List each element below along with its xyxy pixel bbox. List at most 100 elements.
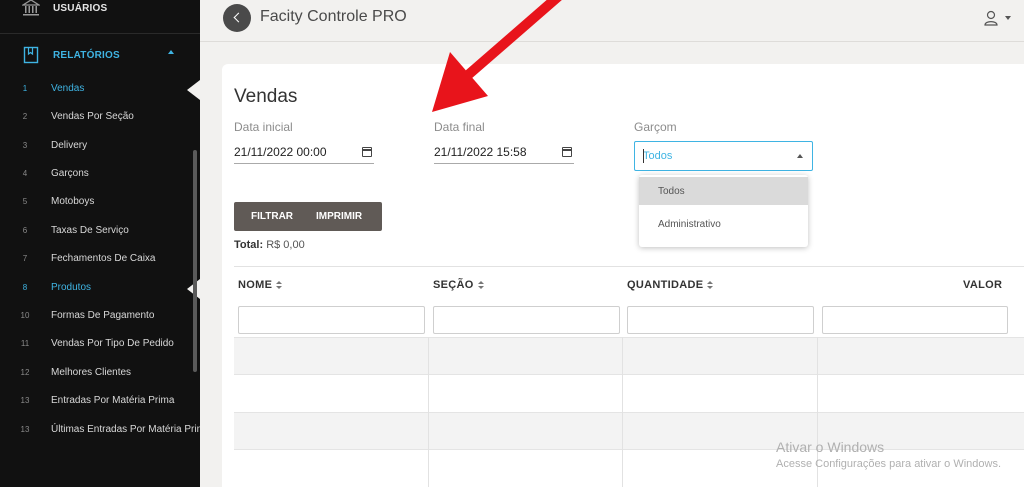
- end-date-value: 21/11/2022 15:58: [434, 145, 527, 159]
- item-number: 1: [22, 84, 28, 93]
- item-label: Motoboys: [51, 196, 95, 207]
- column-divider: [428, 337, 429, 487]
- page-title: Vendas: [234, 86, 298, 107]
- calendar-icon[interactable]: [562, 147, 572, 157]
- waiter-select-value: Todos: [643, 150, 673, 162]
- sidebar-item-delivery[interactable]: 3 Delivery: [0, 137, 200, 157]
- waiter-label: Garçom: [634, 120, 677, 134]
- item-number: 13: [20, 425, 30, 434]
- column-header-quantidade[interactable]: QUANTIDADE: [627, 279, 714, 291]
- sidebar-divider: [0, 33, 200, 34]
- start-date-field[interactable]: 21/11/2022 00:00: [234, 142, 374, 164]
- item-label: Vendas: [51, 83, 85, 94]
- item-label: Fechamentos De Caixa: [51, 253, 156, 264]
- total-summary: Total: R$ 0,00: [234, 239, 305, 251]
- sort-icon[interactable]: [707, 280, 714, 290]
- item-label: Formas De Pagamento: [51, 310, 155, 321]
- item-label: Melhores Clientes: [51, 367, 132, 378]
- dropdown-option-todos[interactable]: Todos: [639, 177, 808, 205]
- table-row[interactable]: [234, 337, 1024, 374]
- end-date-field[interactable]: 21/11/2022 15:58: [434, 142, 574, 164]
- back-button[interactable]: [223, 4, 251, 32]
- data-table: NOME SEÇÃO QUANTIDADE VALOR: [234, 266, 1024, 487]
- filter-button[interactable]: FILTRAR: [234, 202, 304, 231]
- column-label: SEÇÃO: [433, 279, 474, 291]
- sidebar-item-melhores-clientes[interactable]: 12 Melhores Clientes: [0, 364, 200, 384]
- item-number: 5: [22, 197, 28, 206]
- sidebar-item-formas-de-pagamento[interactable]: 10 Formas De Pagamento: [0, 307, 200, 327]
- chevron-up-icon: [168, 50, 174, 54]
- column-label: VALOR: [963, 279, 1003, 291]
- column-header-nome[interactable]: NOME: [238, 279, 283, 291]
- sidebar-item-ultimas-entradas[interactable]: 13 Últimas Entradas Por Matéria Prima: [0, 421, 200, 441]
- chevron-down-icon[interactable]: [1005, 16, 1011, 20]
- total-label: Total:: [234, 239, 264, 251]
- app-title: Facity Controle PRO: [260, 8, 407, 25]
- item-label: Taxas De Serviço: [51, 225, 129, 236]
- waiter-dropdown: Todos Administrativo: [639, 175, 808, 247]
- print-button[interactable]: IMPRIMIR: [304, 202, 362, 231]
- sidebar-item-label: USUÁRIOS: [53, 2, 108, 14]
- calendar-icon[interactable]: [362, 147, 372, 157]
- sort-icon[interactable]: [477, 280, 484, 290]
- filter-input-valor[interactable]: [822, 306, 1008, 334]
- sidebar-item-taxas-de-servico[interactable]: 6 Taxas De Serviço: [0, 222, 200, 242]
- column-label: NOME: [238, 279, 273, 291]
- table-row[interactable]: [234, 412, 1024, 449]
- sidebar-item-reports[interactable]: RELATÓRIOS: [0, 44, 200, 66]
- item-label: Delivery: [51, 140, 88, 151]
- column-divider: [622, 337, 623, 487]
- sidebar: USUÁRIOS RELATÓRIOS 1 Vendas 2 Vendas Po…: [0, 0, 200, 487]
- item-label: Entradas Por Matéria Prima: [51, 395, 175, 406]
- sidebar-item-motoboys[interactable]: 5 Motoboys: [0, 193, 200, 213]
- top-header: Facity Controle PRO: [200, 0, 1024, 42]
- item-number: 6: [22, 226, 28, 235]
- filter-input-quantidade[interactable]: [627, 306, 814, 334]
- report-card: Vendas Data inicial 21/11/2022 00:00 Dat…: [222, 64, 1024, 487]
- waiter-select[interactable]: Todos: [634, 141, 813, 171]
- filter-input-secao[interactable]: [433, 306, 620, 334]
- item-number: 7: [22, 254, 28, 263]
- bank-icon: [22, 0, 40, 16]
- column-header-valor[interactable]: VALOR: [963, 279, 1002, 291]
- item-number: 3: [22, 141, 28, 150]
- red-arrow-annotation: [432, 0, 562, 112]
- sidebar-item-label: RELATÓRIOS: [53, 49, 120, 61]
- sidebar-item-vendas[interactable]: 1 Vendas: [0, 80, 200, 100]
- column-header-secao[interactable]: SEÇÃO: [433, 279, 484, 291]
- sidebar-item-vendas-por-secao[interactable]: 2 Vendas Por Seção: [0, 108, 200, 128]
- sidebar-item-entradas-por-materia-prima[interactable]: 13 Entradas Por Matéria Prima: [0, 392, 200, 412]
- action-buttons: FILTRAR IMPRIMIR: [234, 202, 382, 231]
- item-label: Vendas Por Seção: [51, 111, 134, 122]
- book-icon: [23, 46, 39, 64]
- item-number: 11: [20, 339, 30, 348]
- sidebar-item-users[interactable]: USUÁRIOS: [0, 0, 200, 19]
- sidebar-item-produtos[interactable]: 8 Produtos: [0, 279, 200, 299]
- table-row[interactable]: [234, 374, 1024, 411]
- text-cursor: [643, 149, 644, 163]
- start-date-label: Data inicial: [234, 120, 293, 134]
- sidebar-item-fechamentos-de-caixa[interactable]: 7 Fechamentos De Caixa: [0, 250, 200, 270]
- windows-activation-title: Ativar o Windows: [776, 439, 885, 455]
- active-indicator: [187, 80, 200, 100]
- item-number: 4: [22, 169, 28, 178]
- sidebar-item-vendas-por-tipo-de-pedido[interactable]: 11 Vendas Por Tipo De Pedido: [0, 335, 200, 355]
- item-label: Últimas Entradas Por Matéria Prima: [51, 424, 200, 435]
- sidebar-item-garcons[interactable]: 4 Garçons: [0, 165, 200, 185]
- item-label: Vendas Por Tipo De Pedido: [51, 338, 174, 349]
- item-number: 2: [22, 112, 28, 121]
- item-number: 12: [20, 368, 30, 377]
- chevron-up-icon[interactable]: [797, 154, 803, 158]
- total-value: R$ 0,00: [266, 239, 305, 251]
- sort-icon[interactable]: [276, 280, 283, 290]
- windows-activation-text: Acesse Configurações para ativar o Windo…: [776, 458, 1001, 470]
- filter-input-nome[interactable]: [238, 306, 425, 334]
- item-label: Produtos: [51, 282, 92, 293]
- column-label: QUANTIDADE: [627, 279, 704, 291]
- user-icon[interactable]: [984, 10, 998, 26]
- item-number: 13: [20, 396, 30, 405]
- dropdown-option-administrativo[interactable]: Administrativo: [639, 210, 808, 238]
- item-number: 10: [20, 311, 30, 320]
- item-label: Garçons: [51, 168, 89, 179]
- sidebar-scrollbar[interactable]: [193, 150, 197, 372]
